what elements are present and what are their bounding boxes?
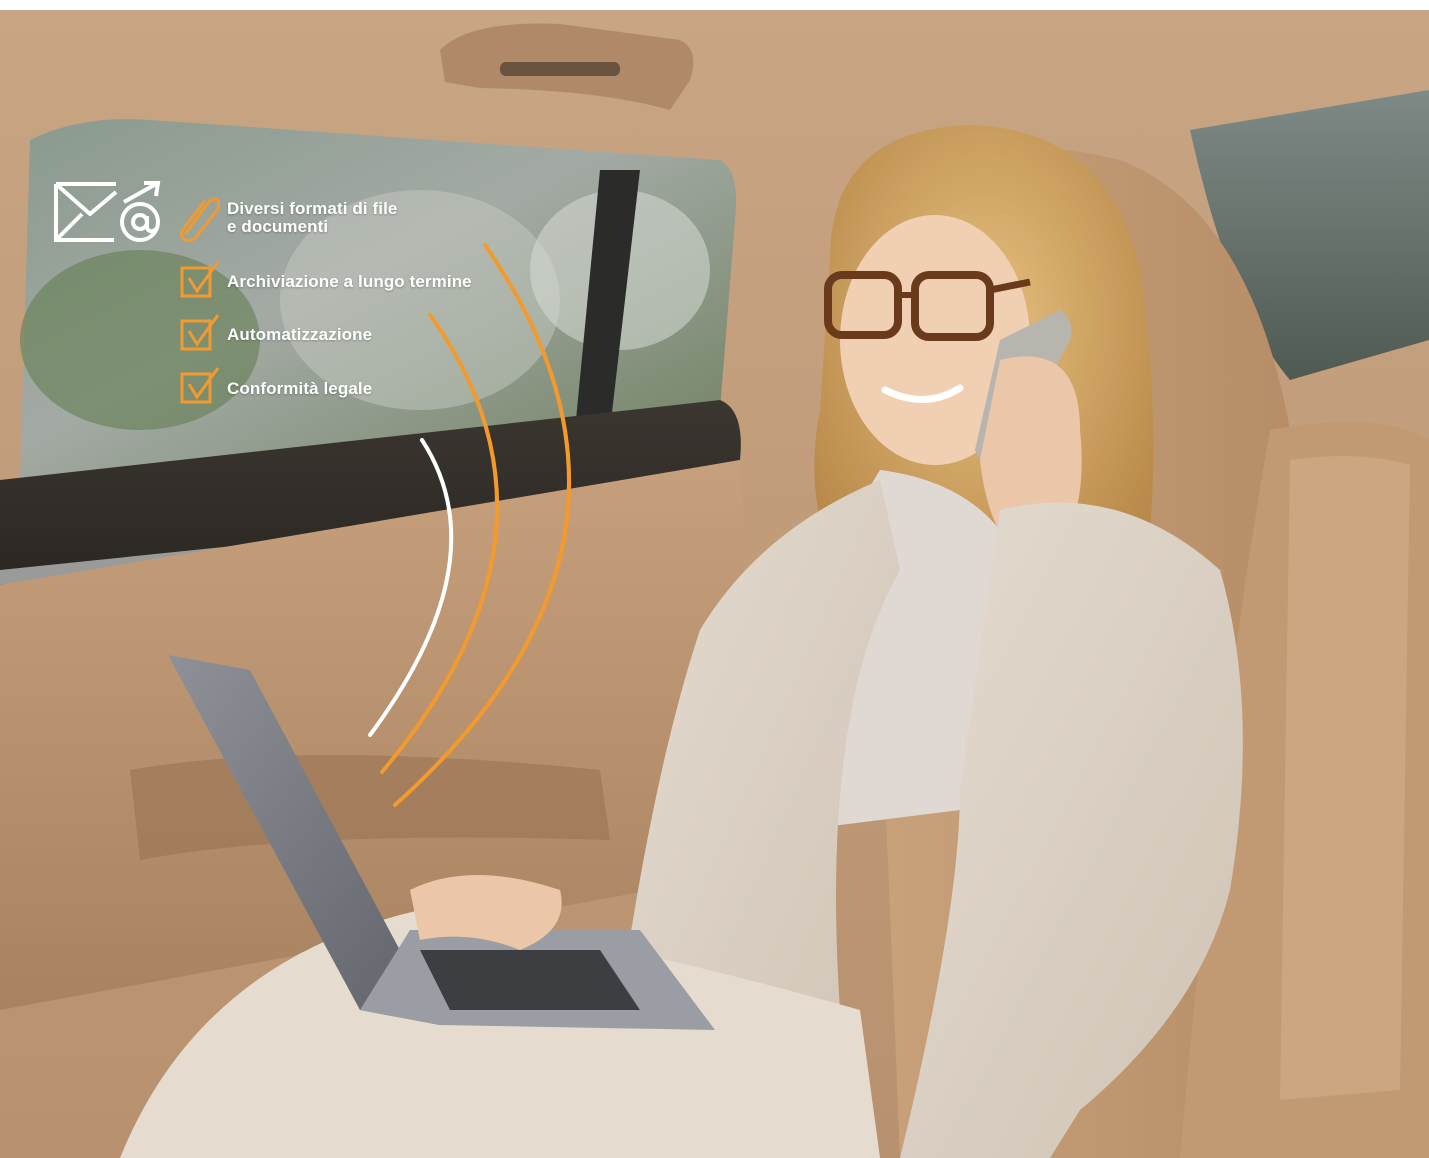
feature-automation: Automatizzazione bbox=[227, 325, 373, 344]
feature-overlay: Diversi formati di file e documenti Arch… bbox=[0, 0, 1429, 1158]
envelope-at-icon bbox=[54, 181, 161, 242]
paperclip-icon bbox=[180, 197, 220, 243]
checkbox-check-icon bbox=[180, 367, 220, 404]
checkbox-check-icon bbox=[180, 261, 220, 298]
feature-compliance: Conformità legale bbox=[227, 379, 373, 398]
checkbox-check-icon bbox=[180, 314, 220, 351]
feature-file-formats-line1: Diversi formati di file bbox=[227, 199, 398, 218]
signal-waves-icon bbox=[368, 243, 572, 807]
